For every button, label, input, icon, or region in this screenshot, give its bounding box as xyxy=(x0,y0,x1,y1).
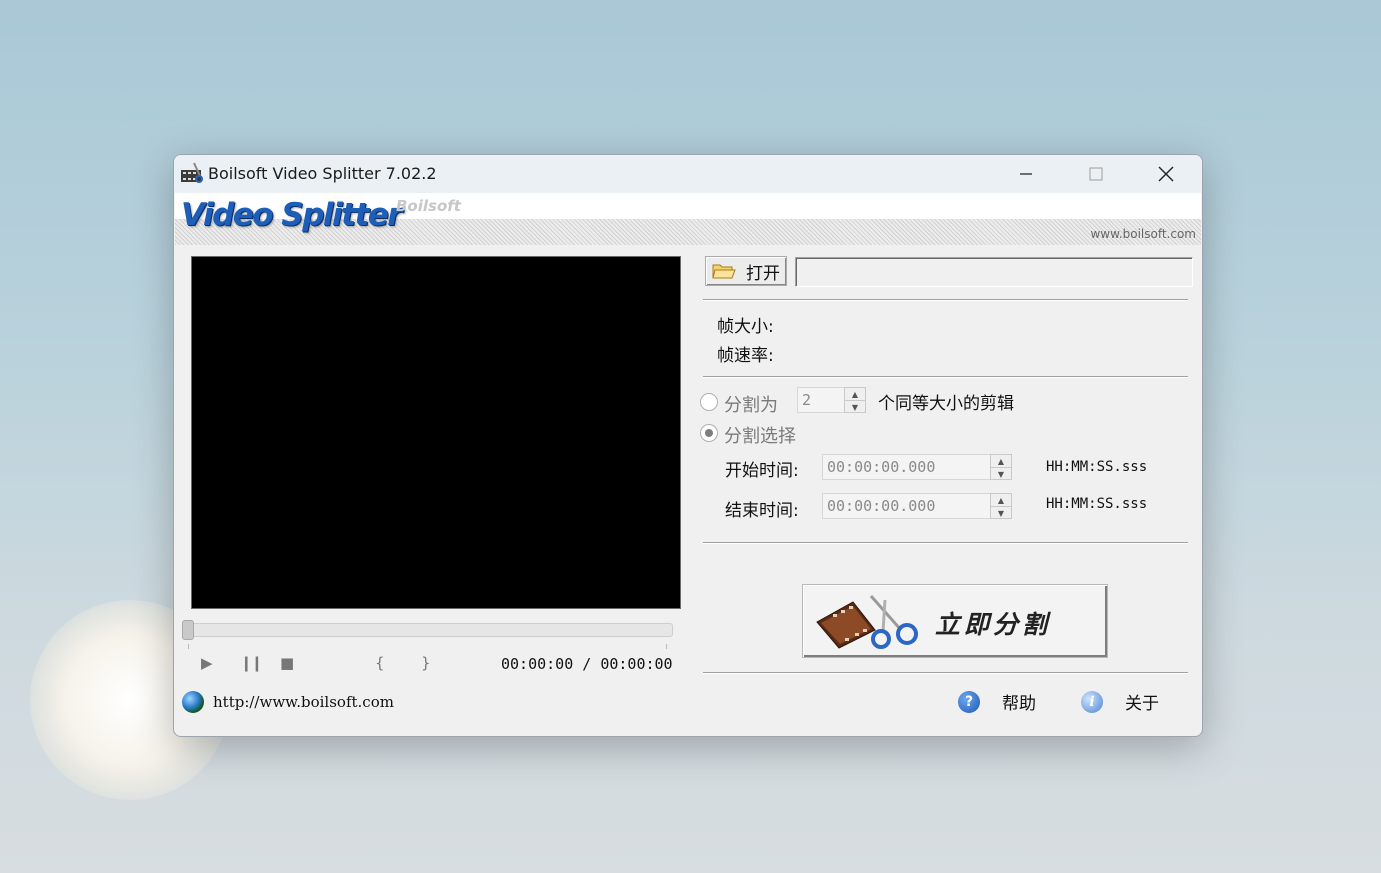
start-time-label: 开始时间: xyxy=(725,461,799,481)
end-time-input[interactable]: 00:00:00.000 xyxy=(822,493,992,519)
divider xyxy=(703,376,1188,378)
start-time-spinner[interactable]: ▲ ▼ xyxy=(990,454,1012,480)
play-button[interactable]: ▶ xyxy=(201,654,213,672)
help-button[interactable]: ? 帮助 xyxy=(958,689,1036,714)
help-label: 帮助 xyxy=(1002,694,1036,714)
film-scissors-icon xyxy=(181,162,203,183)
app-banner: Video Splitter Boilsoft www.boilsoft.com xyxy=(175,193,1201,245)
minimize-button[interactable] xyxy=(992,155,1060,193)
open-button[interactable]: 打开 xyxy=(705,256,787,286)
globe-icon xyxy=(182,691,204,713)
split-equal-label: 分割为 xyxy=(724,395,778,416)
title-bar[interactable]: Boilsoft Video Splitter 7.02.2 xyxy=(174,155,1202,193)
maximize-button[interactable] xyxy=(1062,155,1130,193)
close-button[interactable] xyxy=(1132,155,1200,193)
minimize-icon xyxy=(1020,173,1032,175)
file-path-field[interactable] xyxy=(795,257,1193,287)
help-icon: ? xyxy=(958,690,980,713)
equal-count-input[interactable]: 2 xyxy=(797,387,847,413)
seek-thumb[interactable] xyxy=(182,620,194,640)
homepage-url[interactable]: http://www.boilsoft.com xyxy=(213,693,394,711)
equal-count-spinner[interactable]: ▲ ▼ xyxy=(844,387,866,413)
film-cut-icon xyxy=(816,595,918,649)
spin-down-icon[interactable]: ▼ xyxy=(845,401,865,413)
homepage-link[interactable]: http://www.boilsoft.com xyxy=(182,691,394,713)
split-equal-radio[interactable] xyxy=(700,393,718,411)
spin-down-icon[interactable]: ▼ xyxy=(991,468,1011,480)
app-window: Boilsoft Video Splitter 7.02.2 Video Spl… xyxy=(173,154,1203,737)
frame-size-label: 帧大小: xyxy=(717,317,774,337)
banner-site: www.boilsoft.com xyxy=(1090,227,1196,241)
end-time-label: 结束时间: xyxy=(725,501,799,521)
mark-start-button[interactable]: { xyxy=(375,654,385,672)
folder-icon xyxy=(712,264,736,279)
split-equal-suffix: 个同等大小的剪辑 xyxy=(878,394,1014,414)
start-time-input[interactable]: 00:00:00.000 xyxy=(822,454,992,480)
spin-up-icon[interactable]: ▲ xyxy=(991,494,1011,507)
end-time-format: HH:MM:SS.sss xyxy=(1046,496,1148,512)
split-select-radio[interactable] xyxy=(700,424,718,442)
frame-rate-label: 帧速率: xyxy=(717,346,774,366)
divider xyxy=(703,299,1188,301)
window-title: Boilsoft Video Splitter 7.02.2 xyxy=(208,164,437,183)
divider xyxy=(703,672,1188,674)
split-now-button[interactable]: 立即分割 xyxy=(802,584,1108,658)
maximize-icon xyxy=(1089,167,1103,181)
start-time-format: HH:MM:SS.sss xyxy=(1046,459,1148,475)
seek-tick xyxy=(666,644,667,649)
end-time-spinner[interactable]: ▲ ▼ xyxy=(990,493,1012,519)
product-logo: Video Splitter xyxy=(181,197,403,233)
about-label: 关于 xyxy=(1125,694,1159,714)
spin-up-icon[interactable]: ▲ xyxy=(845,388,865,401)
split-now-label: 立即分割 xyxy=(935,610,1052,639)
spin-down-icon[interactable]: ▼ xyxy=(991,507,1011,519)
video-preview xyxy=(191,256,681,609)
open-button-label: 打开 xyxy=(746,263,780,284)
split-select-label: 分割选择 xyxy=(724,426,796,447)
seek-tick xyxy=(188,644,189,649)
pause-button[interactable]: ❙❙ xyxy=(240,654,263,672)
time-display: 00:00:00 / 00:00:00 xyxy=(501,655,673,673)
spin-up-icon[interactable]: ▲ xyxy=(991,455,1011,468)
stop-button[interactable]: ■ xyxy=(280,654,294,672)
about-button[interactable]: i 关于 xyxy=(1081,689,1159,714)
divider xyxy=(703,542,1188,544)
seek-bar[interactable] xyxy=(185,623,673,637)
brand-logo: Boilsoft xyxy=(396,197,461,215)
info-icon: i xyxy=(1081,690,1103,713)
close-icon xyxy=(1158,166,1174,182)
mark-end-button[interactable]: } xyxy=(421,654,431,672)
